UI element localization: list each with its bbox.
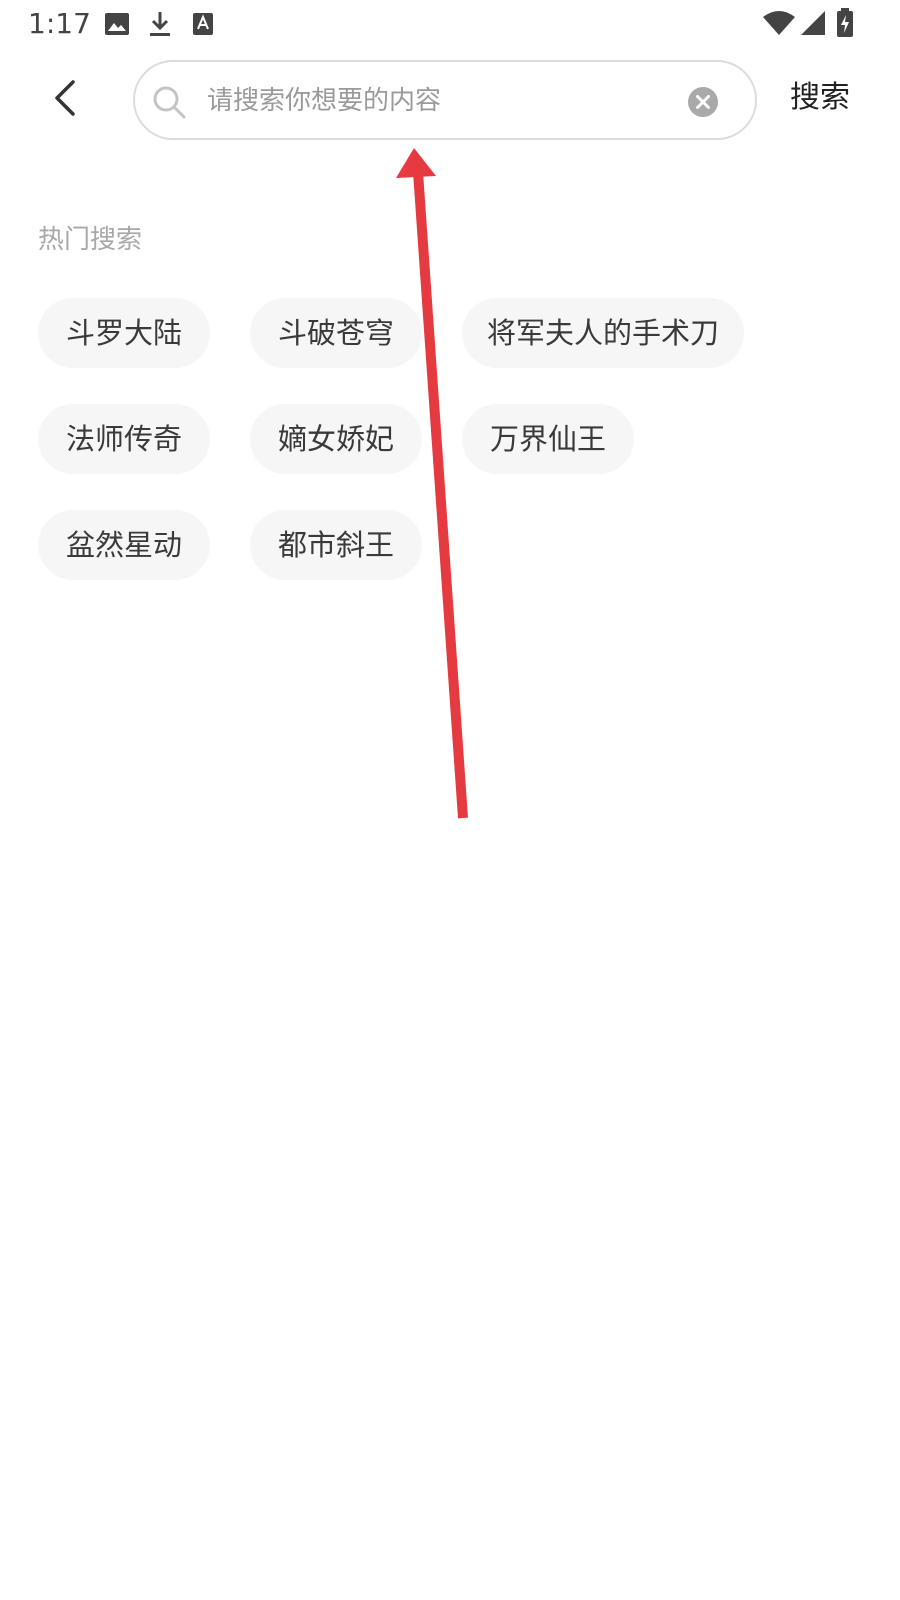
hot-search-chip[interactable]: 盆然星动 [38,510,210,580]
status-time: 1:17 [28,7,91,40]
search-header: 搜索 [0,58,900,142]
signal-icon [801,11,825,35]
search-button[interactable]: 搜索 [790,76,850,120]
hot-search-chip[interactable]: 万界仙王 [462,404,634,474]
battery-charging-icon [837,8,853,37]
search-input[interactable] [207,74,677,128]
search-icon [153,86,186,119]
hot-search-chip[interactable]: 法师传奇 [38,404,210,474]
download-icon [150,12,170,36]
wifi-icon [763,11,795,35]
back-button[interactable] [40,72,92,124]
hot-search-row: 斗罗大陆 斗破苍穹 将军夫人的手术刀 [38,298,878,368]
hot-search-title: 热门搜索 [38,225,143,255]
clear-icon[interactable] [687,86,719,118]
status-bar: 1:17 [0,0,900,48]
image-icon [105,13,129,35]
hot-search-list: 斗罗大陆 斗破苍穹 将军夫人的手术刀 法师传奇 嫡女娇妃 万界仙王 盆然星动 都… [38,298,878,616]
search-box [133,60,757,140]
chevron-left-icon [55,80,75,116]
hot-search-chip[interactable]: 都市斜王 [250,510,422,580]
hot-search-chip[interactable]: 嫡女娇妃 [250,404,422,474]
hot-search-chip[interactable]: 斗罗大陆 [38,298,210,368]
hot-search-row: 法师传奇 嫡女娇妃 万界仙王 [38,404,878,474]
font-icon [193,13,213,35]
hot-search-row: 盆然星动 都市斜王 [38,510,878,580]
hot-search-chip[interactable]: 将军夫人的手术刀 [462,298,745,368]
hot-search-chip[interactable]: 斗破苍穹 [250,298,422,368]
